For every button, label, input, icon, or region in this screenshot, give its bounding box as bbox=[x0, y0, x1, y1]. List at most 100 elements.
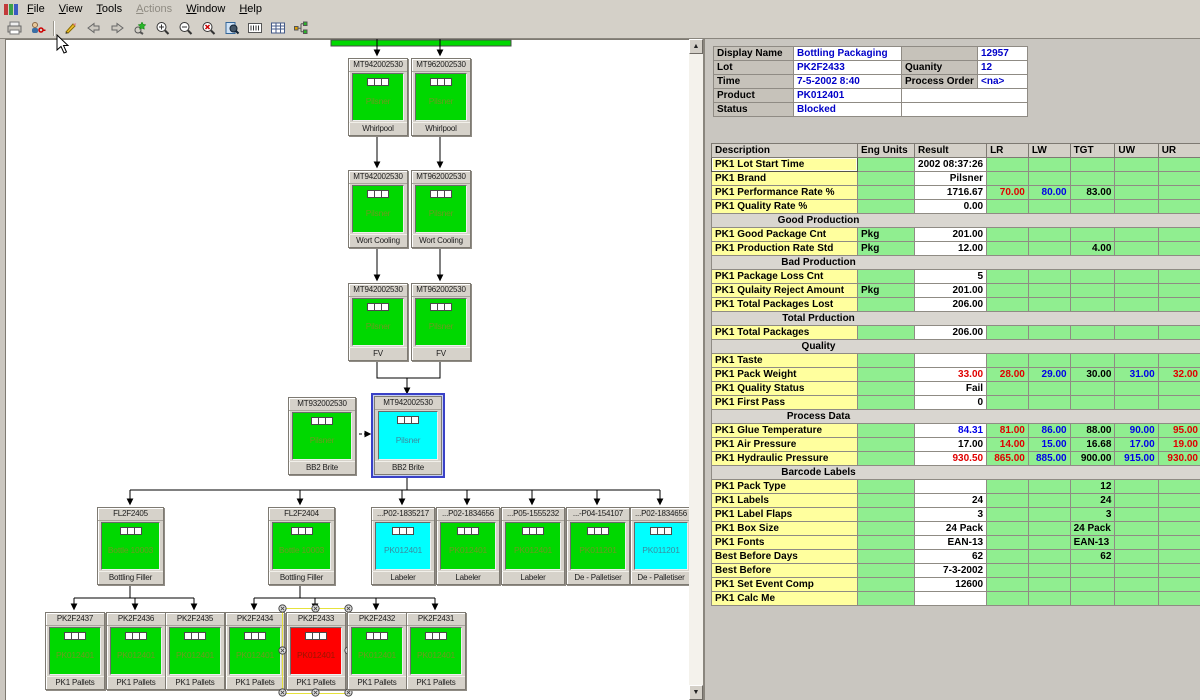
zoom-out-icon[interactable] bbox=[174, 18, 197, 38]
parameter-unit[interactable] bbox=[858, 186, 915, 200]
parameter-unit[interactable] bbox=[858, 508, 915, 522]
parameter-lw[interactable] bbox=[1028, 564, 1070, 578]
parameter-lw[interactable] bbox=[1028, 382, 1070, 396]
parameter-uw[interactable] bbox=[1115, 172, 1158, 186]
parameter-uw[interactable]: 17.00 bbox=[1115, 438, 1158, 452]
tree-view-icon[interactable] bbox=[289, 18, 312, 38]
genealogy-node-fl2f2404[interactable]: FL2F2404Bottle 10003Bottling Filler bbox=[268, 507, 335, 585]
parameter-uw[interactable] bbox=[1115, 508, 1158, 522]
parameter-ur[interactable] bbox=[1158, 354, 1200, 368]
parameter-lr[interactable] bbox=[987, 382, 1029, 396]
parameter-ur[interactable]: 19.00 bbox=[1158, 438, 1200, 452]
parameter-description[interactable]: PK1 Calc Me bbox=[712, 592, 858, 606]
parameter-lr[interactable] bbox=[987, 578, 1029, 592]
parameter-uw[interactable] bbox=[1115, 200, 1158, 214]
parameter-lr[interactable] bbox=[987, 242, 1029, 256]
parameter-lw[interactable] bbox=[1028, 494, 1070, 508]
parameter-uw[interactable] bbox=[1115, 354, 1158, 368]
parameter-ur[interactable]: 95.00 bbox=[1158, 424, 1200, 438]
parameter-ur[interactable] bbox=[1158, 242, 1200, 256]
edit-pencil-icon[interactable] bbox=[59, 18, 82, 38]
parameter-lw[interactable] bbox=[1028, 298, 1070, 312]
parameter-tgt[interactable]: 3 bbox=[1070, 508, 1115, 522]
parameter-description[interactable]: PK1 Package Loss Cnt bbox=[712, 270, 858, 284]
parameter-lw[interactable] bbox=[1028, 228, 1070, 242]
parameter-lr[interactable]: 14.00 bbox=[987, 438, 1029, 452]
parameter-description[interactable]: Best Before bbox=[712, 564, 858, 578]
parameter-description[interactable]: PK1 Pack Type bbox=[712, 480, 858, 494]
parameter-description[interactable]: PK1 Good Package Cnt bbox=[712, 228, 858, 242]
parameter-lr[interactable] bbox=[987, 326, 1029, 340]
parameter-unit[interactable] bbox=[858, 522, 915, 536]
parameter-result[interactable]: 930.50 bbox=[915, 452, 987, 466]
parameter-uw[interactable]: 915.00 bbox=[1115, 452, 1158, 466]
parameter-description[interactable]: PK1 Labels bbox=[712, 494, 858, 508]
parameter-description[interactable]: PK1 Quality Status bbox=[712, 382, 858, 396]
parameter-result[interactable]: EAN-13 bbox=[915, 536, 987, 550]
parameter-lw[interactable] bbox=[1028, 172, 1070, 186]
parameter-description[interactable]: PK1 Set Event Comp bbox=[712, 578, 858, 592]
parameter-description[interactable]: PK1 Pack Weight bbox=[712, 368, 858, 382]
parameter-lr[interactable] bbox=[987, 508, 1029, 522]
parameter-uw[interactable] bbox=[1115, 592, 1158, 606]
parameter-lr[interactable]: 28.00 bbox=[987, 368, 1029, 382]
parameter-uw[interactable] bbox=[1115, 494, 1158, 508]
genealogy-node-p021834656[interactable]: ...P02-1834656PK012401Labeler bbox=[436, 507, 500, 585]
parameter-uw[interactable]: 90.00 bbox=[1115, 424, 1158, 438]
parameter-uw[interactable] bbox=[1115, 578, 1158, 592]
parameter-tgt[interactable]: 24 Pack bbox=[1070, 522, 1115, 536]
genealogy-node-mt932002530[interactable]: MT932002530PilsnerBB2 Brite bbox=[288, 397, 356, 475]
parameter-tgt[interactable] bbox=[1070, 396, 1115, 410]
parameter-tgt[interactable]: EAN-13 bbox=[1070, 536, 1115, 550]
parameter-result[interactable] bbox=[915, 354, 987, 368]
genealogy-node-pk2f2435[interactable]: PK2F2435PK012401PK1 Pallets bbox=[165, 612, 225, 690]
parameter-unit[interactable] bbox=[858, 424, 915, 438]
menu-item-file[interactable]: File bbox=[20, 1, 52, 18]
menu-item-actions[interactable]: Actions bbox=[129, 1, 179, 18]
parameter-lw[interactable] bbox=[1028, 354, 1070, 368]
parameter-tgt[interactable] bbox=[1070, 200, 1115, 214]
parameter-uw[interactable] bbox=[1115, 326, 1158, 340]
parameter-result[interactable]: 7-3-2002 bbox=[915, 564, 987, 578]
parameter-lw[interactable]: 29.00 bbox=[1028, 368, 1070, 382]
parameter-description[interactable]: PK1 Fonts bbox=[712, 536, 858, 550]
parameter-unit[interactable]: Pkg bbox=[858, 284, 915, 298]
parameter-tgt[interactable] bbox=[1070, 298, 1115, 312]
parameter-description[interactable]: PK1 Performance Rate % bbox=[712, 186, 858, 200]
parameter-ur[interactable] bbox=[1158, 564, 1200, 578]
parameter-lr[interactable] bbox=[987, 298, 1029, 312]
login-icon[interactable] bbox=[26, 18, 49, 38]
parameter-lw[interactable] bbox=[1028, 326, 1070, 340]
parameter-lw[interactable] bbox=[1028, 578, 1070, 592]
genealogy-node-pk2f2433[interactable]: PK2F2433PK012401PK1 Pallets bbox=[286, 612, 346, 690]
genealogy-node-pk2f2432[interactable]: PK2F2432PK012401PK1 Pallets bbox=[347, 612, 407, 690]
parameter-ur[interactable] bbox=[1158, 200, 1200, 214]
parameter-tgt[interactable] bbox=[1070, 382, 1115, 396]
parameter-tgt[interactable]: 900.00 bbox=[1070, 452, 1115, 466]
column-header-lw[interactable]: LW bbox=[1028, 144, 1070, 158]
parameter-result[interactable]: 2002 08:37:26 bbox=[915, 158, 987, 172]
parameter-tgt[interactable] bbox=[1070, 270, 1115, 284]
parameter-lw[interactable] bbox=[1028, 536, 1070, 550]
parameter-result[interactable]: 33.00 bbox=[915, 368, 987, 382]
parameter-result[interactable]: 0.00 bbox=[915, 200, 987, 214]
parameter-tgt[interactable] bbox=[1070, 228, 1115, 242]
parameter-description[interactable]: PK1 Lot Start Time bbox=[712, 158, 858, 172]
genealogy-node-mt942002530[interactable]: MT942002530PilsnerBB2 Brite bbox=[374, 396, 442, 475]
parameter-tgt[interactable]: 30.00 bbox=[1070, 368, 1115, 382]
info-value[interactable]: PK012401 bbox=[794, 89, 902, 103]
parameter-unit[interactable] bbox=[858, 172, 915, 186]
parameter-description[interactable]: PK1 Air Pressure bbox=[712, 438, 858, 452]
parameter-description[interactable]: PK1 Taste bbox=[712, 354, 858, 368]
parameter-unit[interactable] bbox=[858, 578, 915, 592]
parameter-uw[interactable] bbox=[1115, 480, 1158, 494]
parameter-tgt[interactable]: 4.00 bbox=[1070, 242, 1115, 256]
column-header-description[interactable]: Description bbox=[712, 144, 858, 158]
parameter-ur[interactable] bbox=[1158, 494, 1200, 508]
menu-item-view[interactable]: View bbox=[52, 1, 90, 18]
genealogy-node-p051555232[interactable]: ...P05-1555232PK012401Labeler bbox=[501, 507, 565, 585]
parameter-description[interactable]: PK1 Brand bbox=[712, 172, 858, 186]
parameter-ur[interactable] bbox=[1158, 326, 1200, 340]
parameter-unit[interactable] bbox=[858, 354, 915, 368]
parameter-unit[interactable] bbox=[858, 592, 915, 606]
